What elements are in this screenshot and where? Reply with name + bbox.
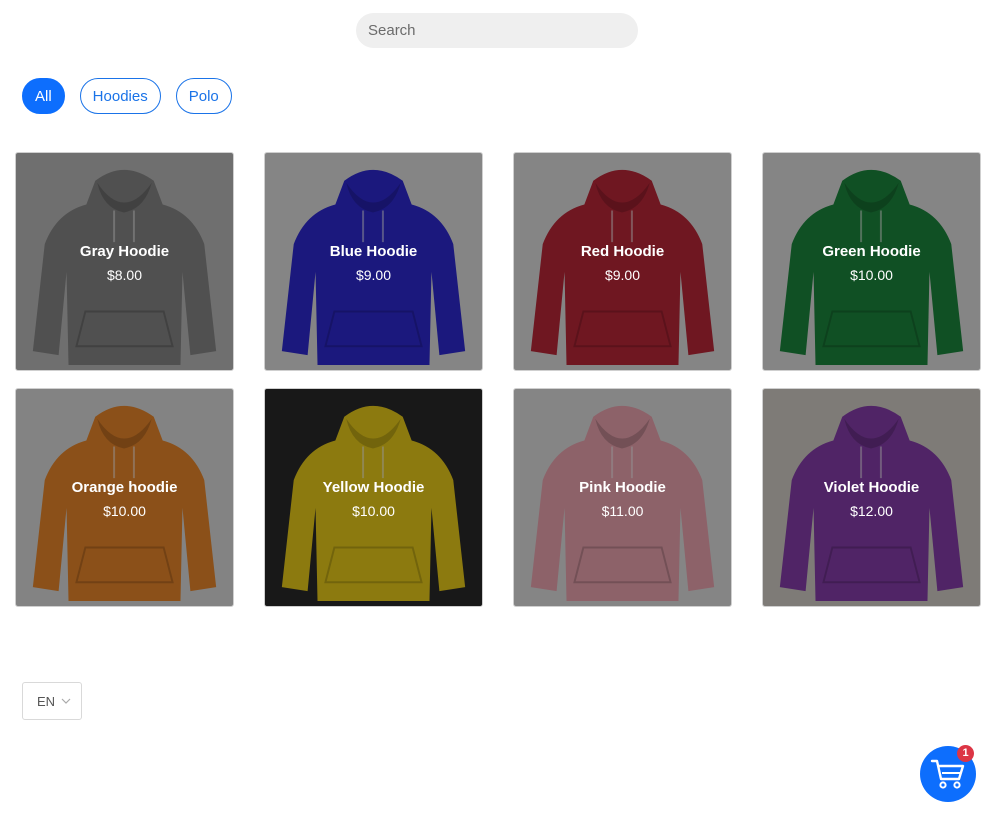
product-price: $10.00 bbox=[850, 267, 893, 283]
store-page: All Hoodies Polo Gray Hoodie $8.00 Blue … bbox=[0, 0, 990, 818]
cart-count-badge: 1 bbox=[957, 745, 974, 762]
product-price: $10.00 bbox=[352, 503, 395, 519]
search-input[interactable] bbox=[368, 22, 638, 39]
product-grid: Gray Hoodie $8.00 Blue Hoodie $9.00 Red … bbox=[15, 152, 981, 607]
product-name: Gray Hoodie bbox=[79, 243, 170, 260]
product-name: Pink Hoodie bbox=[579, 479, 666, 496]
chevron-down-icon bbox=[61, 698, 71, 704]
language-select[interactable]: EN bbox=[22, 682, 82, 720]
product-card[interactable]: Gray Hoodie $8.00 bbox=[15, 152, 234, 371]
filter-polo[interactable]: Polo bbox=[175, 78, 232, 114]
product-card[interactable]: Orange hoodie $10.00 bbox=[15, 388, 234, 607]
product-name: Blue Hoodie bbox=[329, 243, 418, 260]
category-filters: All Hoodies Polo bbox=[22, 78, 232, 114]
product-name: Yellow Hoodie bbox=[322, 479, 425, 496]
filter-hoodies[interactable]: Hoodies bbox=[79, 78, 161, 114]
product-card[interactable]: Yellow Hoodie $10.00 bbox=[264, 388, 483, 607]
filter-all[interactable]: All bbox=[22, 78, 65, 114]
product-card[interactable]: Pink Hoodie $11.00 bbox=[513, 388, 732, 607]
product-card[interactable]: Blue Hoodie $9.00 bbox=[264, 152, 483, 371]
product-price: $11.00 bbox=[601, 503, 644, 519]
product-card[interactable]: Violet Hoodie $12.00 bbox=[762, 388, 981, 607]
product-name: Orange hoodie bbox=[71, 479, 178, 496]
product-price: $9.00 bbox=[604, 267, 641, 283]
product-card[interactable]: Red Hoodie $9.00 bbox=[513, 152, 732, 371]
product-name: Green Hoodie bbox=[822, 243, 921, 260]
search-bar[interactable] bbox=[356, 13, 638, 48]
product-price: $8.00 bbox=[106, 267, 143, 283]
product-name: Red Hoodie bbox=[580, 243, 665, 260]
language-value: EN bbox=[37, 693, 56, 709]
product-price: $10.00 bbox=[103, 503, 146, 519]
product-name: Violet Hoodie bbox=[823, 479, 920, 496]
product-card[interactable]: Green Hoodie $10.00 bbox=[762, 152, 981, 371]
product-price: $9.00 bbox=[355, 267, 392, 283]
product-price: $12.00 bbox=[850, 503, 893, 519]
cart-icon bbox=[930, 759, 965, 789]
